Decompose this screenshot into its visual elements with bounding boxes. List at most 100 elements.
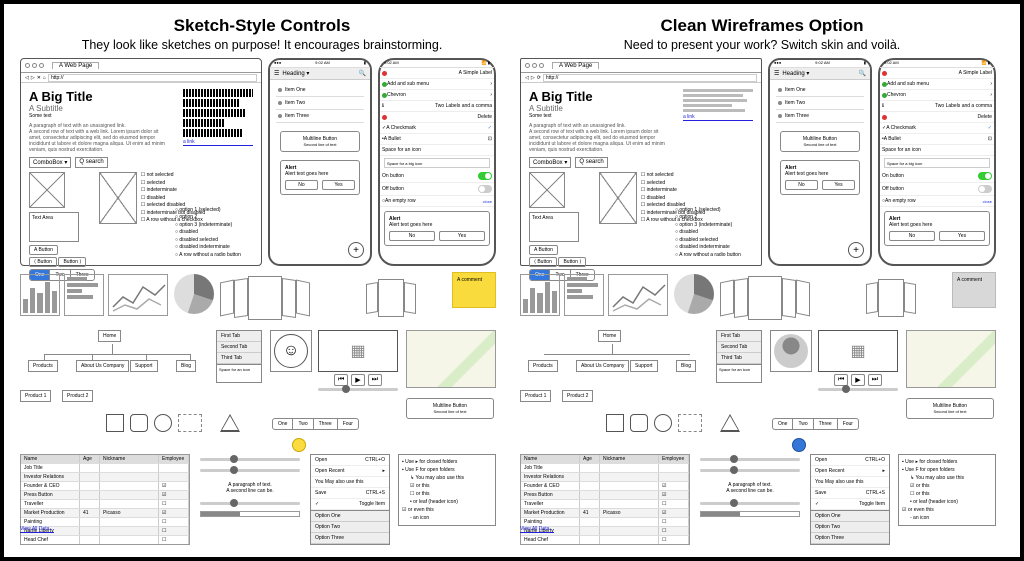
radio-group[interactable]: option 1 (selected)option 2option 3 (ind…: [175, 207, 253, 260]
list-item[interactable]: Item One: [776, 84, 864, 97]
big-icon-space: Space for a big icon: [384, 158, 490, 168]
phone-mockup-1: ●●●9:02 AM▮ ☰Heading ▾🔍 Item One Item Tw…: [268, 58, 372, 266]
coverflow[interactable]: [720, 274, 860, 322]
column-chart: [520, 274, 560, 316]
chevron-row[interactable]: Chevron›: [380, 90, 494, 101]
accordion[interactable]: Option OneOption TwoOption Three: [810, 510, 890, 545]
sticky-note[interactable]: A comment: [952, 272, 996, 308]
avatar-face: ☺: [270, 330, 312, 372]
map[interactable]: [406, 330, 496, 388]
view-all-link[interactable]: View All Data…: [20, 526, 54, 533]
text-area[interactable]: Text Area: [529, 212, 579, 242]
no-button[interactable]: No: [785, 180, 818, 190]
list-item[interactable]: Item Two: [776, 97, 864, 110]
sliders-group[interactable]: A paragraph of text.A second line can be…: [700, 458, 800, 517]
simple-label-row: A Simple Label: [380, 68, 494, 79]
line-chart: [108, 274, 168, 316]
empty-row: ○An empty rowclose: [380, 196, 494, 207]
search-icon[interactable]: 🔍: [359, 70, 366, 77]
coverflow-2[interactable]: [866, 274, 946, 322]
segmented-control-4[interactable]: OneTwoThreeFour: [272, 418, 359, 430]
a-link[interactable]: a link: [183, 139, 253, 146]
url-bar[interactable]: http://: [543, 74, 757, 82]
a-button[interactable]: A Button: [529, 245, 558, 255]
next-button[interactable]: Button ⟩: [58, 257, 86, 267]
bar-chart: [564, 274, 604, 316]
combobox[interactable]: ComboBox ▾: [529, 157, 571, 168]
no-button[interactable]: No: [285, 180, 318, 190]
off-toggle-row[interactable]: Off button: [380, 183, 494, 196]
knob-indicator[interactable]: [792, 438, 806, 452]
radio-group[interactable]: option 1 (selected)option 2option 3 (ind…: [675, 207, 753, 260]
segmented-control-4[interactable]: OneTwoThreeFour: [772, 418, 859, 430]
no-button[interactable]: No: [389, 231, 435, 241]
bullet-row: •A Bullet⊡: [380, 134, 494, 145]
column-chart: [20, 274, 60, 316]
yes-button[interactable]: Yes: [822, 180, 855, 190]
multiline-button-2[interactable]: Multiline ButtonSecond line of text: [406, 398, 494, 419]
two-labels-row: ℹTwo Labels and a comma: [380, 101, 494, 112]
list-item[interactable]: Item Three: [276, 110, 364, 123]
view-all-link[interactable]: View All Data…: [520, 526, 554, 533]
menu-icon[interactable]: ☰: [274, 70, 279, 77]
para2: A second row of text with a web link. Lo…: [529, 129, 665, 153]
browser-tab[interactable]: A Web Page: [52, 62, 99, 69]
yes-button[interactable]: Yes: [939, 231, 985, 241]
phone-mockup-2: 9:02 AM📶 ▮ A Simple Label Add and sub me…: [378, 58, 496, 266]
next-icon: ⏭: [368, 374, 382, 386]
bar-chart: [64, 274, 104, 316]
prev-button[interactable]: ⟨ Button: [529, 257, 557, 267]
yes-button[interactable]: Yes: [322, 180, 355, 190]
search-input[interactable]: Q search: [75, 157, 107, 168]
sliders-group[interactable]: A paragraph of text.A second line can be…: [200, 458, 300, 517]
left-header: Sketch-Style Controls They look like ske…: [20, 16, 504, 52]
tree-view[interactable]: ▪ Use ▸ for closed folders ▪ Use F for o…: [398, 454, 496, 526]
knob-indicator[interactable]: [292, 438, 306, 452]
multiline-button[interactable]: Multiline ButtonSecond line of text: [280, 131, 360, 152]
add-sub-row[interactable]: Add and sub menu›: [380, 79, 494, 90]
coverflow[interactable]: [220, 274, 360, 322]
image-placeholder: [29, 172, 65, 208]
list-item[interactable]: Item Two: [276, 97, 364, 110]
tab-strip[interactable]: First TabSecond TabThird Tab Space for a…: [216, 330, 262, 383]
tab-strip[interactable]: First TabSecond TabThird Tab Space for a…: [716, 330, 762, 383]
fab-add-button[interactable]: +: [848, 242, 864, 258]
list-item[interactable]: Item One: [276, 84, 364, 97]
coverflow-2[interactable]: [366, 274, 446, 322]
multiline-button-2[interactable]: Multiline ButtonSecond line of text: [906, 398, 994, 419]
browser-tab[interactable]: A Web Page: [552, 62, 599, 69]
menu-icon[interactable]: ☰: [774, 70, 779, 77]
accordion[interactable]: Option OneOption TwoOption Three: [310, 510, 390, 545]
tree-view[interactable]: ▪ Use ▸ for closed folders ▪ Use F for o…: [898, 454, 996, 526]
map[interactable]: [906, 330, 996, 388]
multiline-button[interactable]: Multiline ButtonSecond line of text: [780, 131, 860, 152]
delete-row[interactable]: Delete: [380, 112, 494, 123]
a-link[interactable]: a link: [683, 114, 753, 121]
no-button[interactable]: No: [889, 231, 935, 241]
checkmark-row[interactable]: ✓A Checkmark✓: [380, 123, 494, 134]
video-player[interactable]: ▦ ⏮▶⏭: [818, 330, 898, 391]
a-button[interactable]: A Button: [29, 245, 58, 255]
combobox[interactable]: ComboBox ▾: [29, 157, 71, 168]
next-button[interactable]: Button ⟩: [558, 257, 586, 267]
phone-mockup-1-clean: ●●●9:02 AM▮ ☰Heading ▾🔍 Item One Item Tw…: [768, 58, 872, 266]
alert-dialog: Alert Alert text goes here NoYes: [780, 160, 860, 195]
image-placeholder: [529, 172, 565, 208]
list-item[interactable]: Item Three: [776, 110, 864, 123]
search-input[interactable]: Q search: [575, 157, 607, 168]
alert-dialog: Alert Alert text goes here NoYes: [384, 211, 490, 246]
fab-add-button[interactable]: +: [348, 242, 364, 258]
yes-button[interactable]: Yes: [439, 231, 485, 241]
video-player[interactable]: ▦ ⏮▶⏭: [318, 330, 398, 391]
heading-dropdown[interactable]: Heading ▾: [282, 70, 309, 77]
sticky-note[interactable]: A comment: [452, 272, 496, 308]
text-area[interactable]: Text Area: [29, 212, 79, 242]
on-toggle-row[interactable]: On button: [380, 170, 494, 183]
browser-mockup-clean: A Web Page ◁▷⟳http:// A Big Title A Subt…: [520, 58, 762, 266]
url-bar[interactable]: http://: [48, 74, 257, 82]
phone-mockup-2-clean: 9:02 AM📶 ▮ A Simple Label Add and sub me…: [878, 58, 996, 266]
shapes-row: [106, 414, 240, 432]
prev-button[interactable]: ⟨ Button: [29, 257, 57, 267]
search-icon[interactable]: 🔍: [859, 70, 866, 77]
heading-dropdown[interactable]: Heading ▾: [782, 70, 809, 77]
